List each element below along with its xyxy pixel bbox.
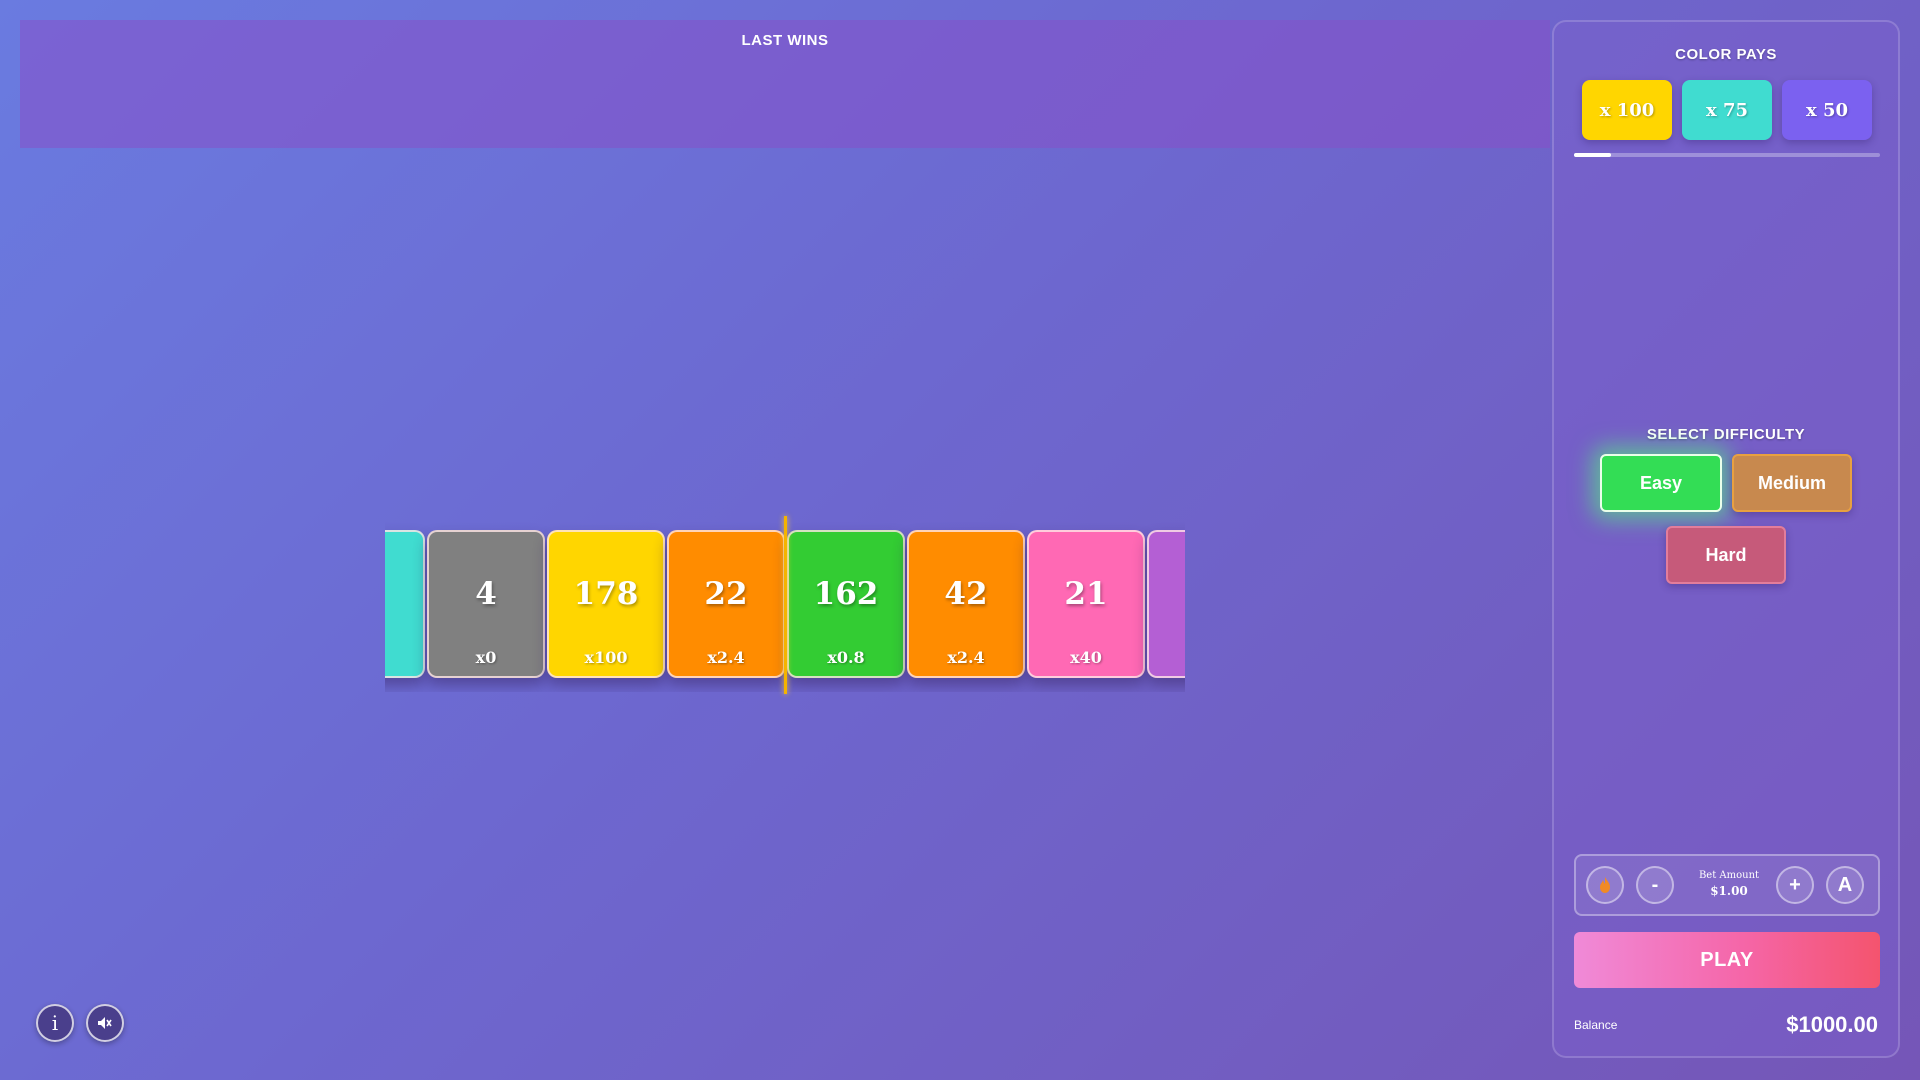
reel-tile-multiplier: x40 [1070,648,1102,667]
difficulty-easy-button[interactable]: Easy [1600,454,1722,512]
difficulty-medium-label: Medium [1757,472,1826,493]
reel-tile-number: 42 [944,576,988,612]
pays-progress-fill [1574,153,1611,157]
bet-control: - Bet Amount $1.00 + A [1574,854,1880,916]
reel-tile-number: 22 [704,576,748,612]
reel-tile-number: 1 [1149,576,1185,612]
reel-tile-number: 178 [573,576,639,612]
last-wins-title: LAST WINS [741,32,829,49]
reel-tile: 178 x100 [547,530,665,678]
last-wins-panel: LAST WINS [20,20,1550,148]
reel-tile-multiplier: x2.4 [947,648,985,667]
play-label: PLAY [1700,948,1754,971]
reel-tile-multiplier: x0 [475,648,497,667]
control-panel: COLOR PAYS x 100 x 75 x 50 SELECT DIFFIC… [1552,20,1900,1058]
flame-icon-glyph [1600,877,1610,893]
reel-tile: 162 x0.8 [787,530,905,678]
bet-increase-button[interactable]: + [1776,866,1814,904]
speaker-muted-icon [98,1017,112,1029]
reel-tile: 4 x0 [427,530,545,678]
difficulty-hard-button[interactable]: Hard [1666,526,1786,584]
reel-tile: 22 x2.4 [667,530,785,678]
difficulty-hard-label: Hard [1705,544,1747,565]
pays-progress-bar [1574,153,1880,157]
pay-tile-purple: x 50 [1782,80,1872,140]
reel-tile: 42 x2.4 [907,530,1025,678]
reel-tile-multiplier: x0.8 [827,648,865,667]
difficulty-title: SELECT DIFFICULTY [1646,426,1806,443]
flame-icon[interactable] [1586,866,1624,904]
balance-label: Balance [1574,1018,1618,1032]
reel-tile-number: 162 [813,576,879,612]
reel-tile: 21 x40 [1027,530,1145,678]
pay-label: x 50 [1805,99,1849,121]
reel-tile-multiplier: x100 [584,648,628,667]
reel-tile: 1 [1147,530,1185,678]
bet-amount-label: Bet Amount [1698,870,1760,881]
reel-tile-number: 21 [1064,576,1108,612]
pay-tile-yellow: x 100 [1582,80,1672,140]
pay-label: x 100 [1599,99,1655,121]
difficulty-medium-button[interactable]: Medium [1732,454,1852,512]
bet-amount-value: $1.00 [1710,884,1748,898]
sound-toggle-button[interactable] [86,1004,124,1042]
reel-tile-multiplier: x2.4 [707,648,745,667]
pay-tile-teal: x 75 [1682,80,1772,140]
pay-label: x 75 [1705,99,1749,121]
reel-tile [385,530,425,678]
balance-value: $1000.00 [1786,1012,1878,1037]
play-button[interactable]: PLAY [1574,932,1880,988]
info-button[interactable]: i [36,1004,74,1042]
reel-tile-number: 4 [475,576,497,612]
reel-marker [784,516,787,694]
bet-decrease-button[interactable]: - [1636,866,1674,904]
color-pays-title: COLOR PAYS [1675,46,1777,63]
difficulty-easy-label: Easy [1639,472,1683,493]
auto-play-button[interactable]: A [1826,866,1864,904]
